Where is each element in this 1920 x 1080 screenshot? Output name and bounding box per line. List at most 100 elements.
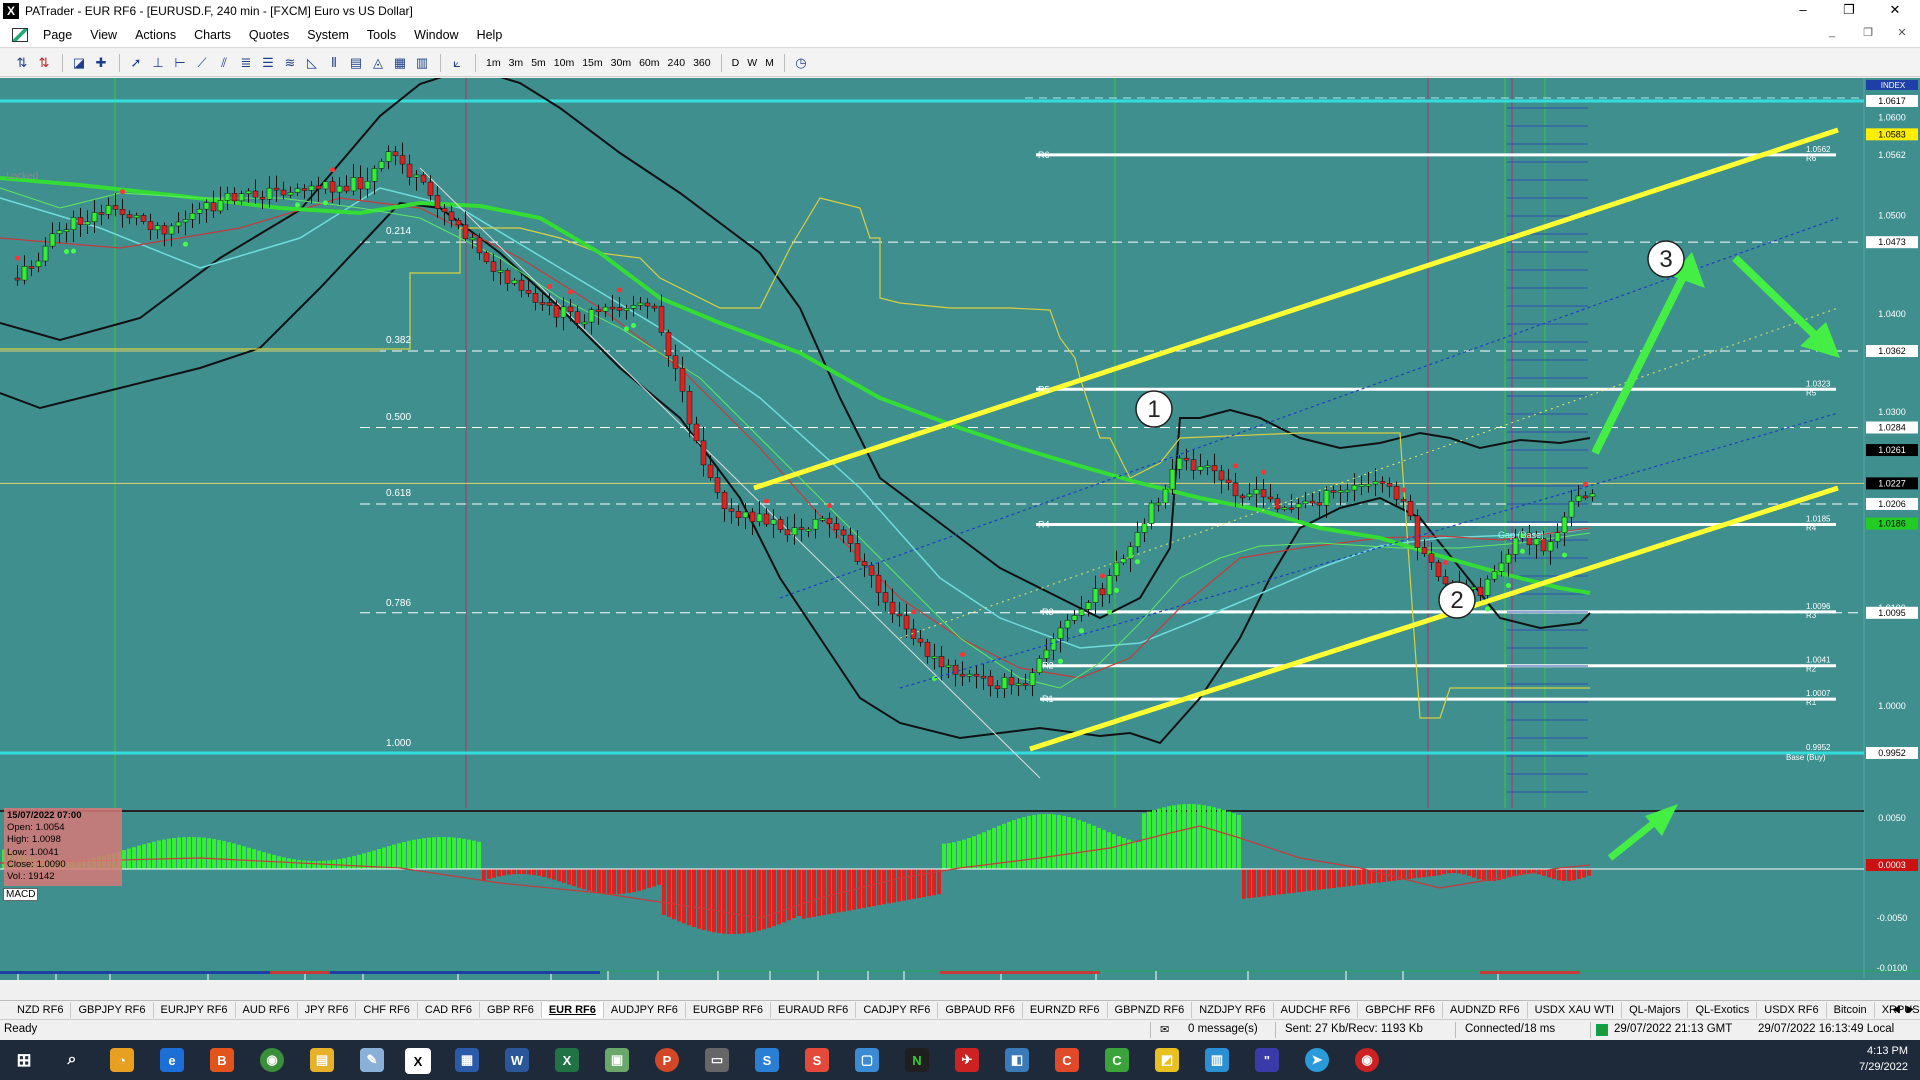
- app-c-red-icon[interactable]: C: [1055, 1048, 1079, 1072]
- tab-audchf-rf6[interactable]: AUDCHF RF6: [1274, 1001, 1359, 1018]
- app-record-icon[interactable]: ◉: [1355, 1048, 1379, 1072]
- timeframe-240[interactable]: 240: [664, 53, 690, 73]
- gann-icon[interactable]: ▦: [390, 53, 410, 73]
- period-daily[interactable]: D: [728, 53, 744, 73]
- crosshair-icon[interactable]: ✚: [91, 53, 111, 73]
- file-explorer-icon[interactable]: ▤: [310, 1048, 334, 1072]
- menu-page[interactable]: Page: [34, 28, 81, 42]
- pointer-icon[interactable]: ➚: [126, 53, 146, 73]
- tab-gbpaud-rf6[interactable]: GBPAUD RF6: [938, 1001, 1023, 1018]
- patrader-task-icon[interactable]: X: [405, 1048, 431, 1074]
- clock-icon[interactable]: ◷: [791, 53, 811, 73]
- app-c-green-icon[interactable]: C: [1105, 1048, 1129, 1072]
- trendline-icon[interactable]: ⟋: [192, 53, 212, 73]
- fib-expansion-icon[interactable]: ▤: [346, 53, 366, 73]
- tab-nzd-rf6[interactable]: NZD RF6: [10, 1001, 72, 1018]
- edge-browser-icon[interactable]: e: [160, 1048, 184, 1072]
- menu-system[interactable]: System: [298, 28, 358, 42]
- search-icon[interactable]: ⌕: [60, 1048, 84, 1072]
- pivot-icon[interactable]: ▥: [412, 53, 432, 73]
- powerpoint-icon[interactable]: P: [655, 1048, 679, 1072]
- tab-eurjpy-rf6[interactable]: EURJPY RF6: [154, 1001, 236, 1018]
- buy-icon[interactable]: ⇅: [12, 53, 32, 73]
- tab-audjpy-rf6[interactable]: AUDJPY RF6: [604, 1001, 686, 1018]
- tab-gbp-rf6[interactable]: GBP RF6: [480, 1001, 542, 1018]
- tab-cadjpy-rf6[interactable]: CADJPY RF6: [856, 1001, 939, 1018]
- app-s-blue-icon[interactable]: S: [755, 1048, 779, 1072]
- brave-browser-icon[interactable]: B: [210, 1048, 234, 1072]
- timeframe-1m[interactable]: 1m: [482, 53, 505, 73]
- timeframe-360[interactable]: 360: [689, 53, 715, 73]
- fib-time-icon[interactable]: ⦀: [324, 53, 344, 73]
- app-n-icon[interactable]: N: [905, 1048, 929, 1072]
- hline-icon[interactable]: ⊥: [148, 53, 168, 73]
- fib-extension-icon[interactable]: ☰: [258, 53, 278, 73]
- vline-icon[interactable]: ⊢: [170, 53, 190, 73]
- timeframe-3m[interactable]: 3m: [505, 53, 528, 73]
- notepad-icon[interactable]: ✎: [360, 1048, 384, 1072]
- fib-fan-icon[interactable]: ≋: [280, 53, 300, 73]
- tab-eurnzd-rf6[interactable]: EURNZD RF6: [1023, 1001, 1108, 1018]
- tab-usdx-rf6[interactable]: USDX RF6: [1757, 1001, 1827, 1018]
- timeframe-30m[interactable]: 30m: [607, 53, 635, 73]
- chart-icon[interactable]: ◪: [69, 53, 89, 73]
- chrome-browser-icon[interactable]: ◉: [260, 1048, 284, 1072]
- app-monitor-icon[interactable]: ▢: [855, 1048, 879, 1072]
- tab-cad-rf6[interactable]: CAD RF6: [418, 1001, 480, 1018]
- app-s-red-icon[interactable]: S: [805, 1048, 829, 1072]
- channel-icon[interactable]: ⫽: [214, 53, 234, 73]
- mdi-minimize-button[interactable]: _: [1820, 26, 1844, 44]
- tab-ql-majors[interactable]: QL-Majors: [1622, 1001, 1689, 1018]
- taskbar-clock[interactable]: 4:13 PM 7/29/2022: [1828, 1043, 1908, 1075]
- menu-window[interactable]: Window: [405, 28, 467, 42]
- period-weekly[interactable]: W: [743, 53, 761, 73]
- tab-gbpchf-rf6[interactable]: GBPCHF RF6: [1358, 1001, 1443, 1018]
- fib-arc-icon[interactable]: ◺: [302, 53, 322, 73]
- tab-ql-exotics[interactable]: QL-Exotics: [1688, 1001, 1758, 1018]
- app-quote-icon[interactable]: ": [1255, 1048, 1279, 1072]
- fibonacci-icon[interactable]: ≣: [236, 53, 256, 73]
- app-store-icon[interactable]: ▥: [1205, 1048, 1229, 1072]
- mdi-restore-button[interactable]: ❐: [1856, 26, 1880, 44]
- excel-icon[interactable]: X: [555, 1048, 579, 1072]
- menu-charts[interactable]: Charts: [185, 28, 240, 42]
- period-monthly[interactable]: M: [761, 53, 778, 73]
- sell-icon[interactable]: ⇅: [34, 53, 54, 73]
- menu-help[interactable]: Help: [468, 28, 512, 42]
- price-chart[interactable]: 123 R61.0562R6R51.0323R5R41.0185R4R31.00…: [0, 78, 1920, 980]
- close-button[interactable]: ✕: [1872, 0, 1918, 22]
- indicator-icon[interactable]: ⟀: [447, 53, 467, 73]
- mdi-close-button[interactable]: ✕: [1890, 26, 1914, 44]
- tab-eurgbp-rf6[interactable]: EURGBP RF6: [686, 1001, 772, 1018]
- image-viewer-icon[interactable]: ▣: [605, 1048, 629, 1072]
- maximize-button[interactable]: ❐: [1826, 0, 1872, 22]
- app-folder-icon[interactable]: ◧: [1005, 1048, 1029, 1072]
- app-note-icon[interactable]: ◩: [1155, 1048, 1179, 1072]
- word-icon[interactable]: W: [505, 1048, 529, 1072]
- windows-start-icon[interactable]: ⊞: [12, 1048, 36, 1072]
- calculator-icon[interactable]: ▦: [455, 1048, 479, 1072]
- tab-jpy-rf6[interactable]: JPY RF6: [298, 1001, 357, 1018]
- telegram-icon[interactable]: ➤: [1305, 1048, 1329, 1072]
- app-bird-icon[interactable]: ✈: [955, 1048, 979, 1072]
- menu-actions[interactable]: Actions: [126, 28, 185, 42]
- tab-aud-rf6[interactable]: AUD RF6: [236, 1001, 298, 1018]
- minimize-button[interactable]: –: [1780, 0, 1826, 22]
- timeframe-60m[interactable]: 60m: [635, 53, 663, 73]
- tab-usdx-xau-wti[interactable]: USDX XAU WTI: [1528, 1001, 1623, 1018]
- menu-view[interactable]: View: [81, 28, 126, 42]
- timeframe-5m[interactable]: 5m: [527, 53, 550, 73]
- tab-gbpjpy-rf6[interactable]: GBPJPY RF6: [71, 1001, 154, 1018]
- tab-eur-rf6[interactable]: EUR RF6: [541, 1001, 604, 1018]
- tab-euraud-rf6[interactable]: EURAUD RF6: [771, 1001, 857, 1018]
- tab-nzdjpy-rf6[interactable]: NZDJPY RF6: [1192, 1001, 1274, 1018]
- tab-scroll-right-icon[interactable]: ▶: [1902, 1004, 1918, 1015]
- timeframe-15m[interactable]: 15m: [578, 53, 606, 73]
- andrews-icon[interactable]: ◬: [368, 53, 388, 73]
- timeframe-10m[interactable]: 10m: [550, 53, 578, 73]
- tab-bitcoin[interactable]: Bitcoin: [1827, 1001, 1875, 1018]
- app-window-icon[interactable]: ▭: [705, 1048, 729, 1072]
- outlook-calendar-icon[interactable]: ◔: [110, 1048, 134, 1072]
- tab-audnzd-rf6[interactable]: AUDNZD RF6: [1443, 1001, 1528, 1018]
- menu-tools[interactable]: Tools: [358, 28, 405, 42]
